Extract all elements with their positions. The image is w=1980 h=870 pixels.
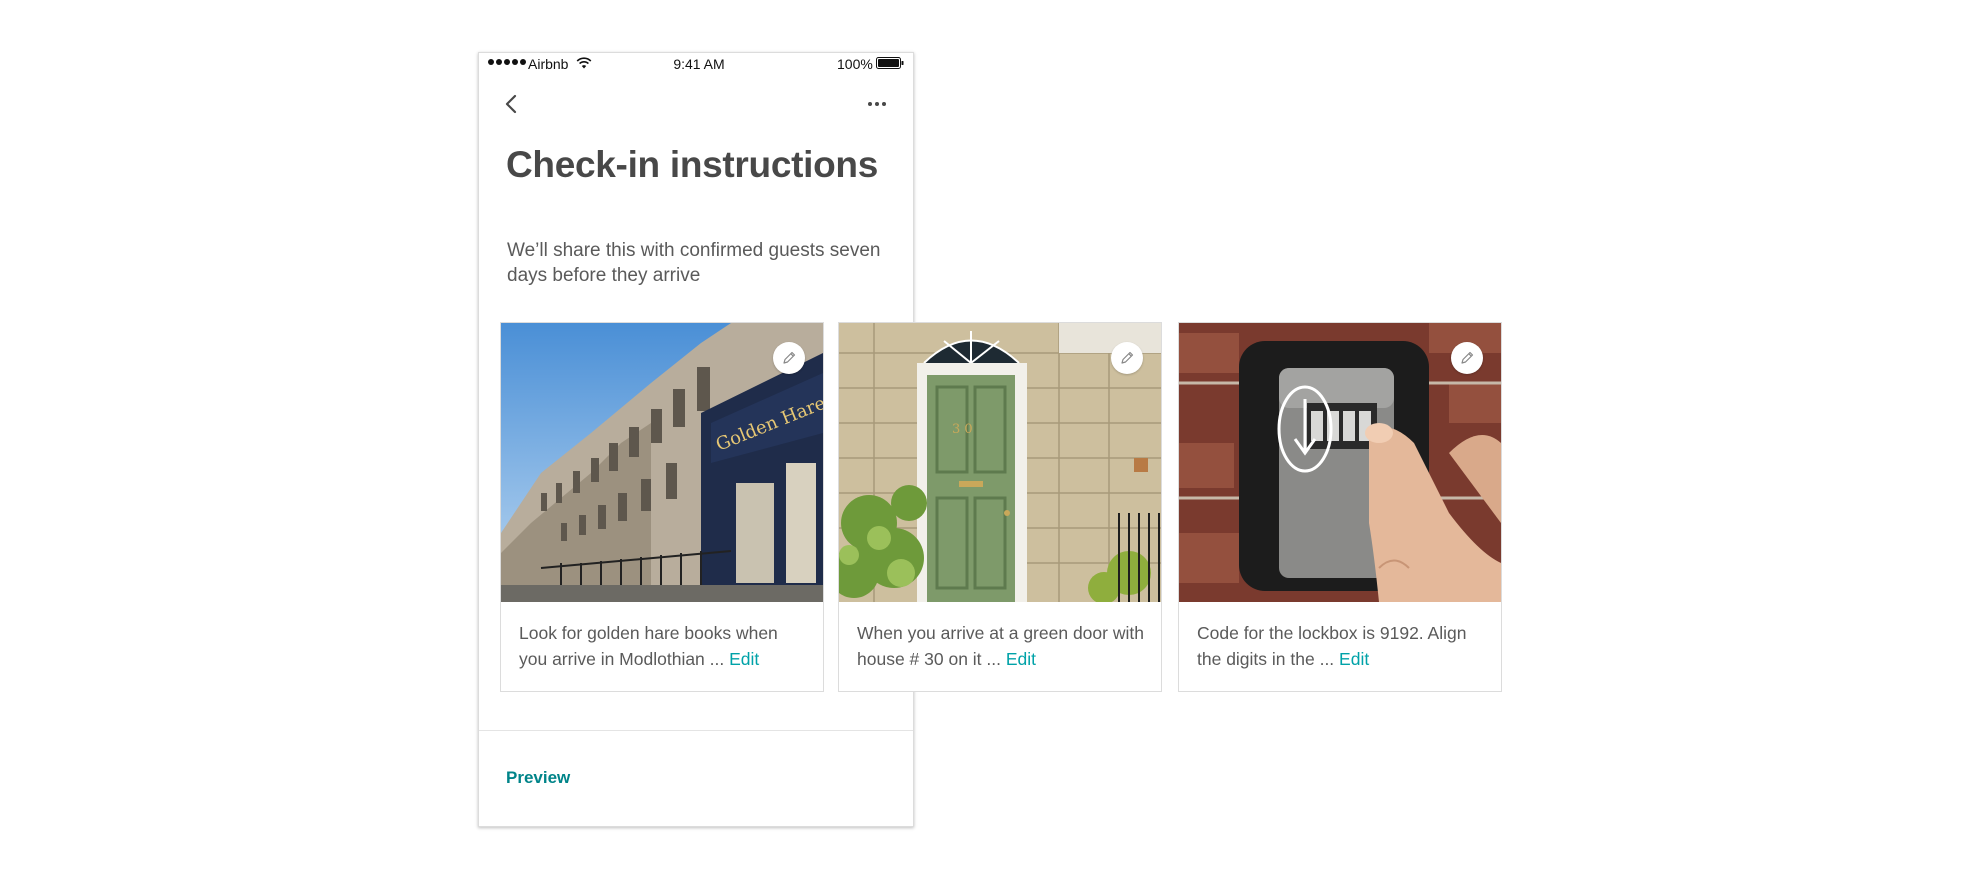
card-description: When you arrive at a green door with hou… xyxy=(857,620,1147,672)
card-photo-bookshop-street[interactable]: Golden Hare Books xyxy=(501,323,823,602)
edit-photo-button[interactable] xyxy=(1451,342,1483,374)
wifi-icon xyxy=(576,57,592,69)
carrier-name: Airbnb xyxy=(528,56,569,72)
svg-text:3 0: 3 0 xyxy=(952,422,973,437)
page-title: Check-in instructions xyxy=(506,144,878,185)
page-subtitle: We’ll share this with confirmed guests s… xyxy=(507,240,881,286)
stage: Airbnb 9:41 AM 100% Check-in instruction… xyxy=(0,0,1980,870)
instruction-card[interactable]: Code for the lockbox is 9192. Align the … xyxy=(1178,322,1502,692)
ellipsis-icon-dot xyxy=(868,102,872,106)
pencil-icon xyxy=(1461,351,1474,364)
card-description: Look for golden hare books when you arri… xyxy=(519,620,809,672)
instruction-card[interactable]: Golden Hare Books xyxy=(500,322,824,692)
card-text: When you arrive at a green door with hou… xyxy=(857,623,1144,669)
ellipsis-icon-dot xyxy=(882,102,886,106)
signal-strength-icon xyxy=(488,59,526,65)
edit-link[interactable]: Edit xyxy=(1339,649,1369,669)
more-options-button[interactable] xyxy=(862,94,892,114)
card-description: Code for the lockbox is 9192. Align the … xyxy=(1197,620,1487,672)
pencil-icon xyxy=(1121,351,1134,364)
card-photo-lockbox[interactable] xyxy=(1179,323,1501,602)
edit-photo-button[interactable] xyxy=(773,342,805,374)
card-text: Code for the lockbox is 9192. Align the … xyxy=(1197,623,1467,669)
pencil-icon xyxy=(783,351,796,364)
status-bar: Airbnb 9:41 AM 100% xyxy=(479,53,913,77)
footer-divider xyxy=(479,730,913,731)
battery-icon xyxy=(876,57,904,69)
card-photo-green-door[interactable]: 3 0 xyxy=(839,323,1161,602)
edit-photo-button[interactable] xyxy=(1111,342,1143,374)
edit-link[interactable]: Edit xyxy=(729,649,759,669)
status-time: 9:41 AM xyxy=(673,56,725,72)
instruction-card[interactable]: 3 0 When you arrive at a green door with… xyxy=(838,322,1162,692)
edit-link[interactable]: Edit xyxy=(1006,649,1036,669)
ellipsis-icon-dot xyxy=(875,102,879,106)
chevron-left-icon xyxy=(505,94,517,114)
preview-button[interactable]: Preview xyxy=(506,768,570,788)
back-button[interactable] xyxy=(501,89,525,119)
battery-percent: 100% xyxy=(837,56,873,72)
